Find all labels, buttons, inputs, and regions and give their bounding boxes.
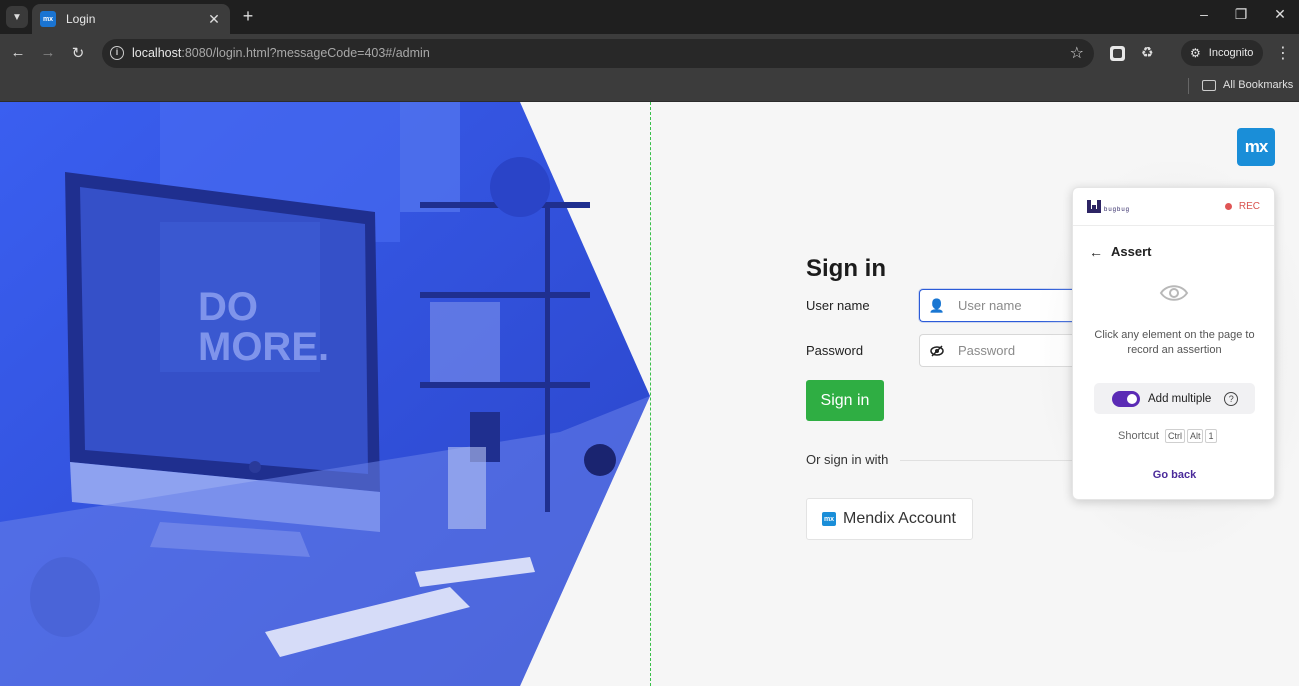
password-label: Password	[806, 343, 864, 358]
site-info-icon[interactable]: i	[110, 46, 124, 60]
shortcut-label: Shortcut	[1118, 430, 1159, 442]
assert-title: Assert	[1111, 244, 1152, 259]
or-sign-in-with-text: Or sign in with	[806, 452, 889, 467]
bugbug-header: bugbug REC	[1073, 188, 1274, 226]
tab-favicon: mx	[40, 11, 56, 27]
kebab-menu-icon[interactable]: ⋮	[1275, 43, 1291, 63]
back-arrow-icon[interactable]: ←	[1089, 244, 1103, 260]
password-eye-icon[interactable]	[920, 335, 954, 366]
all-bookmarks-button[interactable]: All Bookmarks	[1202, 79, 1293, 91]
reload-icon[interactable]: ↻	[69, 44, 87, 62]
mendix-account-label: Mendix Account	[843, 510, 956, 527]
add-multiple-row: Add multiple ?	[1094, 383, 1255, 414]
folder-icon	[1202, 79, 1216, 91]
all-bookmarks-label: All Bookmarks	[1223, 79, 1294, 91]
star-icon[interactable]: ☆	[1070, 43, 1084, 63]
bookmarks-divider	[1188, 78, 1189, 94]
bugbug-logo-icon	[1087, 200, 1101, 213]
go-back-link[interactable]: Go back	[1073, 469, 1274, 481]
hero-text-line1: DO	[198, 285, 258, 329]
bugbug-extension-icon[interactable]	[1110, 46, 1125, 61]
minimize-icon[interactable]: –	[1194, 6, 1214, 22]
sign-in-button[interactable]: Sign in	[806, 380, 884, 421]
user-icon: 👤	[928, 297, 946, 313]
eye-icon	[1159, 285, 1189, 301]
tab-title: Login	[66, 12, 96, 26]
bugbug-logo-text: bugbug	[1104, 207, 1131, 213]
url-host: localhost	[132, 46, 182, 60]
shortcut-key: Alt	[1186, 429, 1204, 443]
shortcut-key: 1	[1205, 429, 1217, 443]
assert-hint-text: Click any element on the page to record …	[1094, 329, 1255, 356]
add-multiple-toggle[interactable]	[1112, 390, 1140, 407]
address-bar[interactable]: i localhost:8080/login.html?messageCode=…	[102, 39, 1094, 68]
tab-search-icon[interactable]: ▼	[6, 6, 28, 28]
bugbug-logo: bugbug	[1087, 200, 1130, 213]
incognito-icon: ⚙	[1190, 46, 1201, 60]
incognito-button[interactable]: ⚙ Incognito	[1181, 40, 1263, 66]
add-multiple-label: Add multiple	[1148, 392, 1212, 405]
browser-tab-bar: ▼ mx Login ✕ + – ❐ ✕	[0, 0, 1299, 34]
restore-icon[interactable]: ❐	[1231, 6, 1251, 23]
page-title: Sign in	[806, 255, 886, 282]
hero-image: DO MORE.	[0, 102, 650, 686]
bugbug-panel: bugbug REC ← Assert Click any element on…	[1072, 187, 1275, 500]
rec-indicator: REC	[1224, 201, 1260, 212]
plus-icon[interactable]: +	[238, 6, 258, 26]
rec-label: REC	[1238, 201, 1260, 212]
bookmarks-bar: All Bookmarks	[0, 72, 1299, 102]
shortcut-row: Shortcut Ctrl Alt 1	[1118, 429, 1217, 443]
username-label: User name	[806, 298, 870, 313]
rec-dot-icon	[1224, 203, 1232, 210]
hero-text-line2: MORE.	[198, 325, 329, 369]
browser-toolbar: ← → ↻ i localhost:8080/login.html?messag…	[0, 34, 1299, 72]
forward-arrow-icon[interactable]: →	[39, 44, 57, 61]
tab-login[interactable]: mx Login ✕	[32, 4, 230, 34]
extensions-icon[interactable]: ♻	[1141, 44, 1154, 61]
incognito-label: Incognito	[1208, 47, 1254, 59]
mendix-logo: mx	[1237, 128, 1275, 166]
guide-line	[650, 102, 651, 686]
window-close-icon[interactable]: ✕	[1270, 6, 1290, 23]
back-arrow-icon[interactable]: ←	[9, 44, 27, 61]
login-page: DO MORE. mx Sign in User name 👤 Password	[0, 102, 1299, 686]
shortcut-key: Ctrl	[1164, 429, 1185, 443]
mendix-icon: mx	[822, 512, 836, 526]
help-icon[interactable]: ?	[1224, 391, 1239, 406]
mendix-account-button[interactable]: mx Mendix Account	[806, 498, 973, 540]
url-path: :8080/login.html?messageCode=403#/admin	[181, 46, 430, 60]
close-icon[interactable]: ✕	[206, 11, 222, 28]
url-text[interactable]: localhost:8080/login.html?messageCode=40…	[132, 46, 430, 60]
